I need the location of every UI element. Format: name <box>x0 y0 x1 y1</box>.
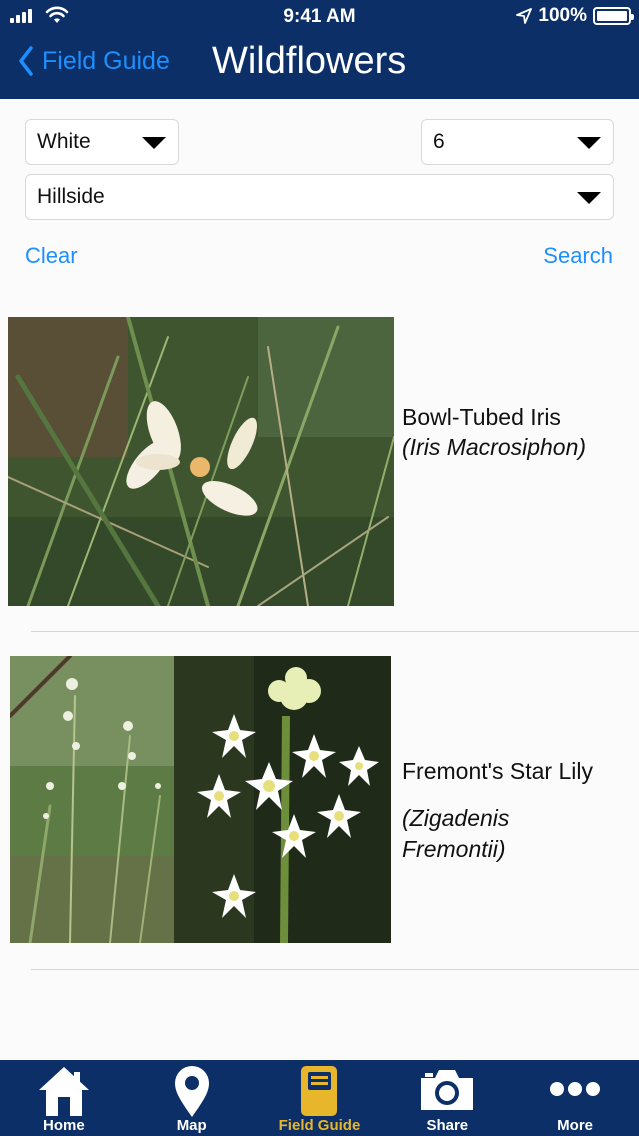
tab-field-guide[interactable]: Field Guide <box>256 1060 384 1136</box>
flower-latin-name: (Zigadenis Fremontii) <box>402 805 510 862</box>
tab-map[interactable]: Map <box>128 1060 256 1136</box>
map-pin-icon <box>174 1066 209 1117</box>
page-title: Wildflowers <box>212 40 407 82</box>
caret-down-icon <box>577 137 601 149</box>
back-label: Field Guide <box>42 46 170 75</box>
tab-bar: Home Map Field Guide Share More <box>0 1060 639 1136</box>
color-select-value: White <box>37 130 91 153</box>
tab-label: Share <box>426 1117 469 1134</box>
home-icon <box>38 1067 89 1116</box>
location-arrow-icon <box>516 8 533 24</box>
habitat-select-value: Hillside <box>37 185 105 208</box>
screen: 9:41 AM 100% Field Guide Wildflowers Whi… <box>0 0 639 1136</box>
tab-label: More <box>557 1117 593 1134</box>
list-item[interactable]: Fremont's Star Lily (Zigadenis Fremontii… <box>0 656 639 944</box>
book-icon <box>301 1066 338 1116</box>
list-item[interactable]: Bowl-Tubed Iris (Iris Macrosiphon) <box>0 317 639 607</box>
tab-home[interactable]: Home <box>0 1060 128 1136</box>
status-bar: 9:41 AM 100% <box>0 0 639 32</box>
petal-count-select[interactable]: 6 <box>421 119 614 165</box>
tab-more[interactable]: More <box>511 1060 639 1136</box>
tab-label: Home <box>43 1117 85 1134</box>
tab-share[interactable]: Share <box>383 1060 511 1136</box>
chevron-left-icon <box>19 46 33 76</box>
battery-percent: 100% <box>538 5 587 26</box>
petal-count-select-value: 6 <box>433 130 445 153</box>
tab-label: Map <box>176 1117 207 1134</box>
star-lily-habitat-photo <box>10 656 174 943</box>
back-button[interactable]: Field Guide <box>18 46 170 76</box>
search-button[interactable]: Search <box>543 243 613 269</box>
clear-button[interactable]: Clear <box>25 243 78 269</box>
habitat-select[interactable]: Hillside <box>25 174 614 220</box>
iris-photo <box>8 317 394 606</box>
tab-label: Field Guide <box>278 1117 361 1134</box>
more-icon <box>550 1082 601 1096</box>
star-lily-closeup-photo <box>174 656 391 943</box>
flower-latin-name: (Iris Macrosiphon) <box>402 434 587 460</box>
flower-common-name: Bowl-Tubed Iris <box>402 404 561 430</box>
flower-common-name: Fremont's Star Lily <box>402 758 593 784</box>
color-select[interactable]: White <box>25 119 179 165</box>
battery-icon <box>593 7 634 25</box>
camera-icon <box>421 1070 474 1110</box>
caret-down-icon <box>577 192 601 204</box>
status-right: 100% <box>516 5 634 27</box>
header: 9:41 AM 100% Field Guide Wildflowers <box>0 0 639 99</box>
divider <box>31 969 639 970</box>
caret-down-icon <box>142 137 166 149</box>
divider <box>31 631 639 632</box>
